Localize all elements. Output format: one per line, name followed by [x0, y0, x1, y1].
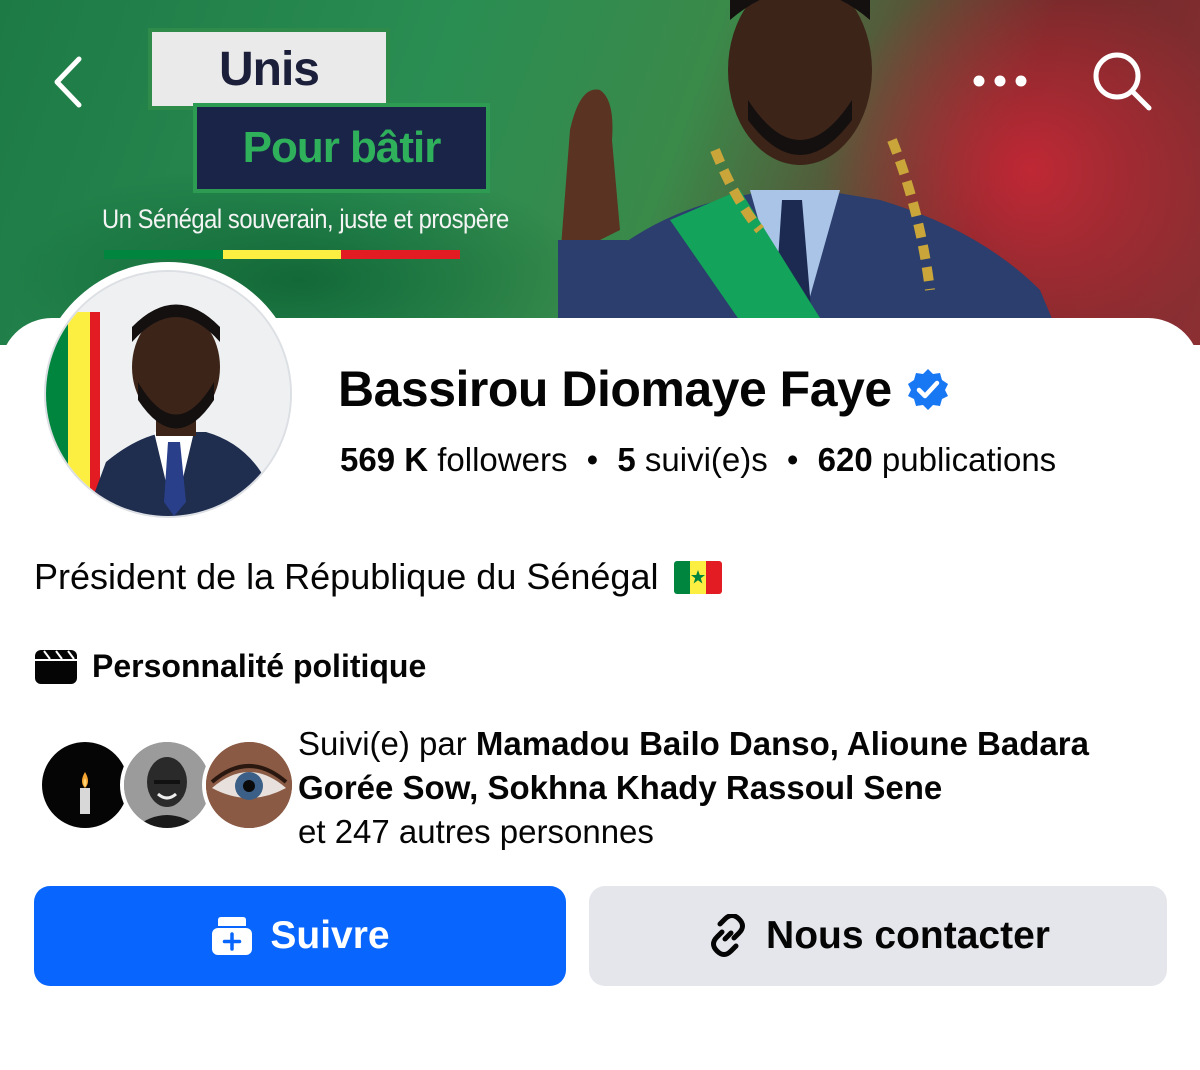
cover-portrait-illustration — [542, 0, 1063, 345]
follow-label: Suivre — [270, 914, 390, 957]
profile-name-row: Bassirou Diomaye Faye — [338, 360, 950, 418]
profile-category: Personnalité politique — [34, 648, 426, 685]
cover-headline-2: Pour bâtir — [242, 123, 442, 172]
mutual-followers-text[interactable]: Suivi(e) par Mamadou Bailo Danso, Alioun… — [298, 722, 1178, 854]
followers-label[interactable]: followers — [437, 441, 567, 478]
cover-headline-1: Unis — [218, 42, 320, 96]
cover-headline-box-2: Pour bâtir — [193, 103, 490, 193]
link-icon — [711, 914, 746, 957]
profile-name: Bassirou Diomaye Faye — [338, 361, 892, 417]
chevron-left-icon — [54, 56, 82, 108]
following-count[interactable]: 5 — [617, 441, 635, 478]
mutual-prefix: Suivi(e) par — [298, 725, 467, 762]
profile-avatar-image — [44, 270, 292, 518]
search-icon — [1093, 52, 1152, 111]
senegal-flag-icon — [674, 560, 723, 594]
posts-label: publications — [881, 441, 1057, 478]
contact-label: Nous contacter — [766, 914, 1050, 957]
category-label: Personnalité politique — [92, 648, 427, 684]
profile-avatar[interactable] — [36, 262, 300, 526]
stats-separator: • — [786, 441, 799, 478]
contact-button[interactable]: Nous contacter — [589, 886, 1167, 986]
more-dots-icon — [973, 75, 1027, 87]
followers-count[interactable]: 569 K — [340, 441, 428, 478]
mutual-avatar — [120, 738, 214, 832]
profile-bio: Président de la République du Sénégal — [34, 556, 723, 598]
mutual-avatar — [38, 738, 132, 832]
mutual-suffix[interactable]: et 247 autres personnes — [298, 813, 654, 850]
more-options-button[interactable] — [960, 56, 1040, 106]
following-label[interactable]: suivi(e)s — [645, 441, 768, 478]
stats-separator: • — [586, 441, 599, 478]
back-button[interactable] — [38, 50, 98, 114]
cover-headline-box: Unis — [148, 28, 390, 110]
clapperboard-icon — [35, 649, 77, 684]
cover-slogan: Un Sénégal souverain, juste et prospère — [102, 204, 509, 234]
mutual-followers-avatars[interactable] — [38, 738, 296, 834]
cover-flag-strip — [104, 250, 461, 259]
follow-page-icon — [212, 917, 253, 955]
profile-stats: 569 K followers • 5 suivi(e)s • 620 publ… — [340, 441, 1056, 479]
search-button[interactable] — [1082, 46, 1162, 116]
verified-badge-icon[interactable] — [906, 367, 950, 411]
follow-button[interactable]: Suivre — [34, 886, 566, 986]
mutual-avatar — [202, 738, 296, 832]
bio-text: Président de la République du Sénégal — [34, 556, 659, 597]
posts-count: 620 — [817, 441, 873, 478]
